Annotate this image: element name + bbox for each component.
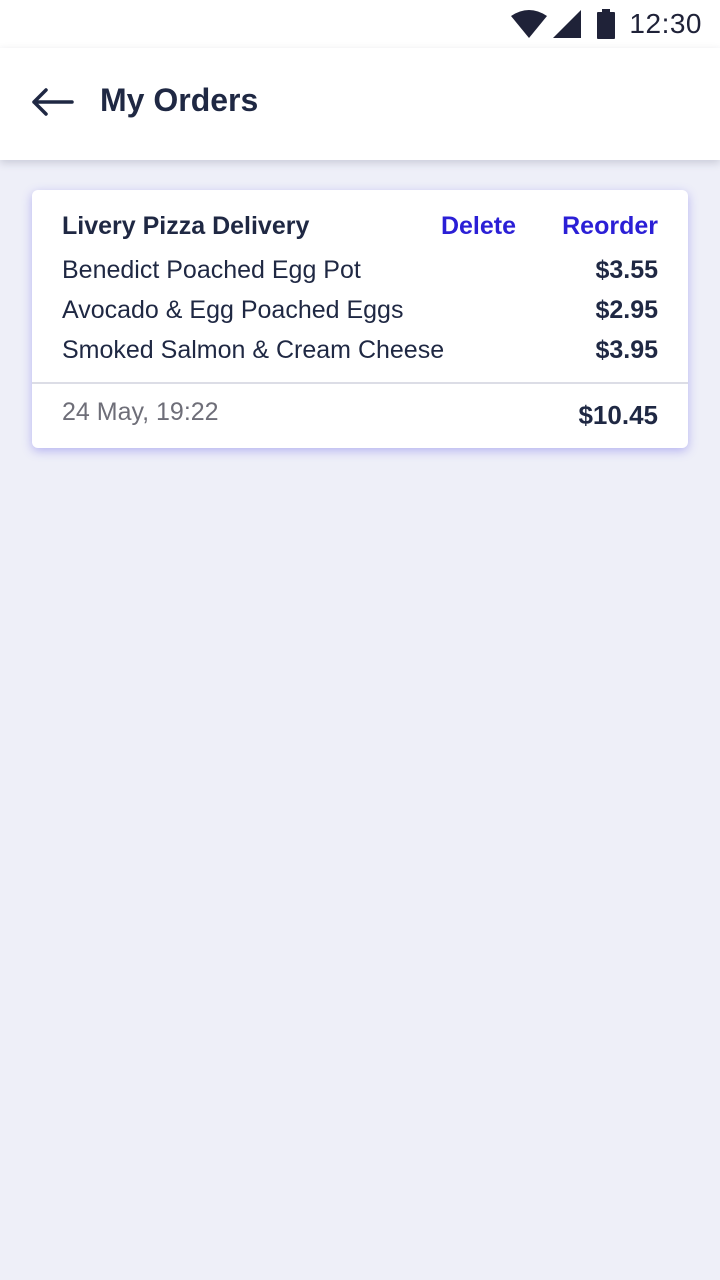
delete-button[interactable]: Delete xyxy=(441,212,516,241)
order-item-row: Benedict Poached Egg Pot $3.55 xyxy=(62,256,658,296)
item-name: Avocado & Egg Poached Eggs xyxy=(62,296,404,324)
item-name: Benedict Poached Egg Pot xyxy=(62,256,361,284)
battery-icon xyxy=(597,9,616,39)
order-item-row: Avocado & Egg Poached Eggs $2.95 xyxy=(62,296,658,336)
restaurant-name: Livery Pizza Delivery xyxy=(62,212,310,240)
item-price: $3.55 xyxy=(595,256,658,284)
item-price: $3.95 xyxy=(595,336,658,364)
status-time: 12:30 xyxy=(629,8,702,39)
item-name: Smoked Salmon & Cream Cheese xyxy=(62,336,445,364)
back-button[interactable] xyxy=(24,78,80,130)
wifi-icon xyxy=(511,10,548,38)
order-items-list: Benedict Poached Egg Pot $3.55 Avocado &… xyxy=(62,256,658,376)
item-price: $2.95 xyxy=(595,296,658,324)
order-item-row: Smoked Salmon & Cream Cheese $3.95 xyxy=(62,336,658,376)
order-card-footer: 24 May, 19:22 $10.45 xyxy=(62,398,658,438)
status-bar: 12:30 xyxy=(0,0,720,48)
order-card: Livery Pizza Delivery Delete Reorder Ben… xyxy=(32,190,688,448)
order-total: $10.45 xyxy=(578,400,658,430)
status-icons: 12:30 xyxy=(511,8,702,40)
page-title: My Orders xyxy=(100,82,259,118)
card-divider xyxy=(32,382,688,384)
order-date: 24 May, 19:22 xyxy=(62,398,219,426)
signal-icon xyxy=(553,10,582,38)
app-bar: My Orders xyxy=(0,48,720,160)
reorder-button[interactable]: Reorder xyxy=(562,212,658,241)
arrow-left-icon xyxy=(30,87,74,122)
order-card-header: Livery Pizza Delivery Delete Reorder xyxy=(62,212,658,246)
